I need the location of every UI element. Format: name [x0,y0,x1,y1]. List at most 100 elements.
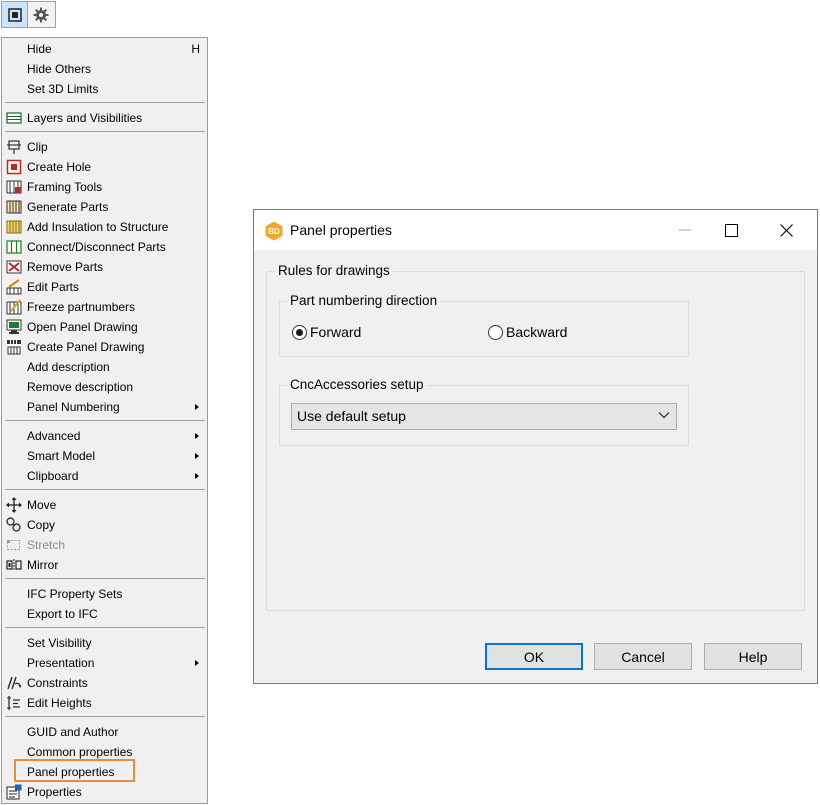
menu-item-label: Hide [27,42,52,56]
menu-item-label: Properties [27,785,82,799]
generate-parts-icon [6,200,22,214]
maximize-button[interactable] [708,210,754,250]
menu-item-generate-parts[interactable]: Generate Parts [2,197,207,217]
menu-separator [5,627,205,628]
cancel-button[interactable]: Cancel [594,643,692,670]
constraints-icon [7,676,22,690]
menu-separator [5,489,205,490]
menu-item-hide[interactable]: Hide H [2,39,207,59]
app-logo-text: BD [268,227,280,236]
backward-radio-circle[interactable] [488,324,503,340]
menu-item-label: Connect/Disconnect Parts [27,240,166,254]
forward-radio-label: Forward [310,324,362,340]
menu-item-ifc-property-sets[interactable]: IFC Property Sets [2,584,207,604]
menu-item-layers-and-visibilities[interactable]: Layers and Visibilities [2,108,207,128]
menu-item-open-panel-drawing[interactable]: Open Panel Drawing [2,317,207,337]
menu-item-set-visibility[interactable]: Set Visibility [2,633,207,653]
menu-item-label: Constraints [27,676,88,690]
menu-item-properties[interactable]: Properties [2,782,207,802]
menu-item-label: Add Insulation to Structure [27,220,169,234]
menu-item-label: IFC Property Sets [27,587,123,601]
menu-item-label: Remove description [27,380,134,394]
menu-item-freeze-partnumbers[interactable]: Freeze partnumbers [2,297,207,317]
menu-item-label: Edit Parts [27,280,80,294]
menu-item-copy[interactable]: Copy [2,515,207,535]
menu-item-stretch[interactable]: Stretch [2,535,207,555]
menu-item-label: Clip [27,140,48,154]
open-drawing-icon [6,319,22,334]
connect-parts-icon [6,240,22,254]
highlight-box [14,759,135,782]
maximize-icon [724,223,738,237]
menu-item-label: Export to IFC [27,607,98,621]
window-icon [7,7,22,22]
help-button[interactable]: Help [704,643,802,670]
menu-item-label: Add description [27,360,110,374]
mini-toolbar [1,1,56,28]
menu-item-add-description[interactable]: Add description [2,357,207,377]
move-icon [6,497,22,513]
submenu-arrow-icon [195,453,199,459]
menu-item-clipboard[interactable]: Clipboard [2,466,207,486]
menu-item-hide-others[interactable]: Hide Others [2,59,207,79]
menu-item-constraints[interactable]: Constraints [2,673,207,693]
menu-item-panel-numbering[interactable]: Panel Numbering [2,397,207,417]
copy-icon [6,517,21,532]
app-logo-icon: BD [265,221,283,241]
menu-item-move[interactable]: Move [2,495,207,515]
menu-item-mirror[interactable]: Mirror [2,555,207,575]
menu-item-add-insulation[interactable]: Add Insulation to Structure [2,217,207,237]
submenu-arrow-icon [195,473,199,479]
menu-item-remove-parts[interactable]: Remove Parts [2,257,207,277]
backward-radio[interactable]: Backward [488,324,567,340]
properties-icon [6,784,22,800]
close-button[interactable] [763,210,809,250]
menu-item-label: Copy [27,518,56,532]
menu-item-clip[interactable]: Clip [2,137,207,157]
menu-item-label: GUID and Author [27,725,119,739]
menu-item-label: Hide Others [27,62,92,76]
forward-radio[interactable]: Forward [292,324,361,340]
menu-item-label: Freeze partnumbers [27,300,136,314]
window-button[interactable] [2,2,28,27]
menu-item-presentation[interactable]: Presentation [2,653,207,673]
menu-item-export-to-ifc[interactable]: Export to IFC [2,604,207,624]
part-numbering-direction-label: Part numbering direction [287,293,441,308]
cnc-setup-dropdown[interactable]: Use default setup [291,403,677,430]
menu-item-create-panel-drawing[interactable]: Create Panel Drawing [2,337,207,357]
menu-item-edit-parts[interactable]: Edit Parts [2,277,207,297]
menu-item-label: Open Panel Drawing [27,320,138,334]
build-icon [6,339,22,355]
menu-item-label: Presentation [27,656,95,670]
menu-item-remove-description[interactable]: Remove description [2,377,207,397]
menu-item-advanced[interactable]: Advanced [2,426,207,446]
menu-item-guid-and-author[interactable]: GUID and Author [2,722,207,742]
menu-item-label: Create Panel Drawing [27,340,145,354]
menu-item-label: Framing Tools [27,180,103,194]
framing-tools-icon [6,180,22,194]
menu-item-label: Layers and Visibilities [27,111,143,125]
submenu-arrow-icon [195,433,199,439]
mirror-icon [6,559,22,571]
menu-item-label: Advanced [27,429,81,443]
menu-item-label: Stretch [27,538,66,552]
minimize-button[interactable] [662,210,708,250]
menu-item-connect-disconnect-parts[interactable]: Connect/Disconnect Parts [2,237,207,257]
menu-item-edit-heights[interactable]: Edit Heights [2,693,207,713]
dialog-titlebar[interactable]: BD Panel properties [254,210,817,250]
dialog-title: Panel properties [290,222,392,238]
settings-button[interactable] [28,2,54,27]
ok-button[interactable]: OK [485,643,583,670]
menu-item-smart-model[interactable]: Smart Model [2,446,207,466]
create-hole-icon [6,159,22,175]
menu-item-create-hole[interactable]: Create Hole [2,157,207,177]
menu-item-framing-tools[interactable]: Framing Tools [2,177,207,197]
forward-radio-circle[interactable] [292,324,307,340]
edit-heights-icon [7,696,20,710]
menu-separator [5,420,205,421]
menu-item-label: Generate Parts [27,200,109,214]
freeze-icon [6,299,22,315]
menu-item-set-3d-limits[interactable]: Set 3D Limits [2,79,207,99]
menu-item-label: Mirror [27,558,59,572]
menu-item-label: Remove Parts [27,260,104,274]
